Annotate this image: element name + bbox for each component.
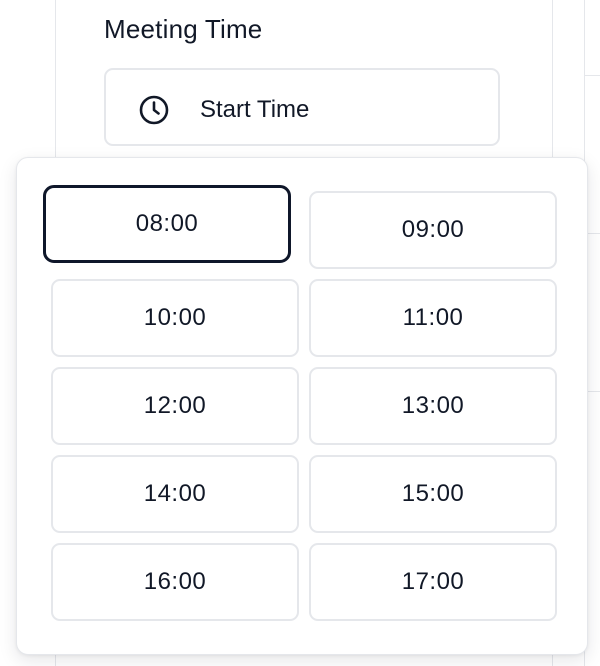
time-slot-1000[interactable]: 10:00 <box>51 279 299 357</box>
start-time-button[interactable]: Start Time <box>104 68 500 146</box>
time-slot-1200[interactable]: 12:00 <box>51 367 299 445</box>
time-slot-1100[interactable]: 11:00 <box>309 279 557 357</box>
clock-icon <box>138 94 170 126</box>
panel-divider <box>585 75 600 76</box>
time-slot-1600[interactable]: 16:00 <box>51 543 299 621</box>
section-title: Meeting Time <box>104 14 263 44</box>
time-slot-1700[interactable]: 17:00 <box>309 543 557 621</box>
time-slot-1500[interactable]: 15:00 <box>309 455 557 533</box>
page: Meeting Time Start Time 08:00 09:00 10:0… <box>0 0 600 666</box>
time-slot-1300[interactable]: 13:00 <box>309 367 557 445</box>
time-slot-1400[interactable]: 14:00 <box>51 455 299 533</box>
time-slot-0800[interactable]: 08:00 <box>43 185 291 263</box>
time-slot-0900[interactable]: 09:00 <box>309 191 557 269</box>
time-picker-popover: 08:00 09:00 10:00 11:00 12:00 13:00 14:0… <box>16 157 588 655</box>
start-time-label: Start Time <box>200 96 310 123</box>
